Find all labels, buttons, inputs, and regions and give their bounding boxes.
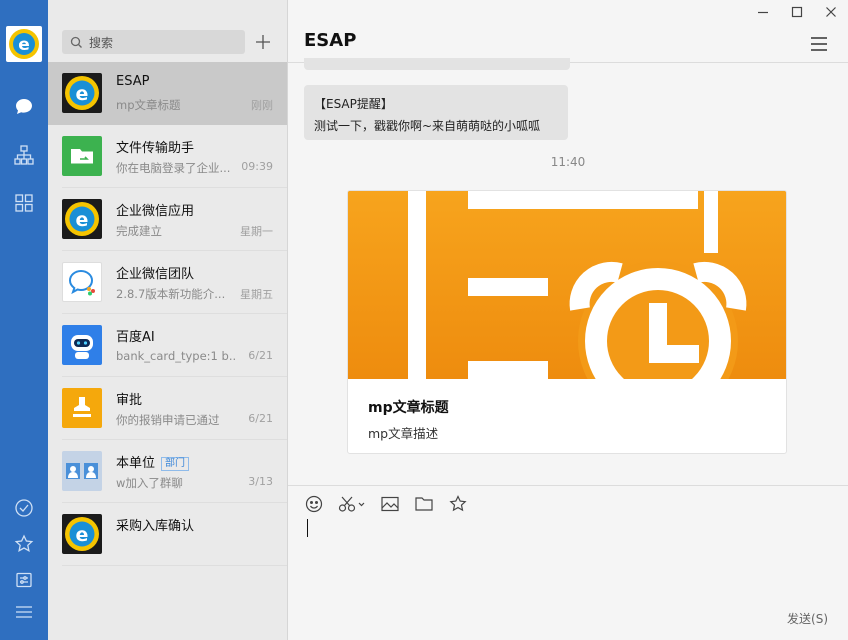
session-name: 百度AI [116, 330, 155, 345]
session-time: 刚刚 [251, 99, 273, 112]
image-icon[interactable] [380, 494, 400, 514]
search-placeholder: 搜索 [89, 35, 114, 50]
svg-text:e: e [18, 35, 30, 55]
app-logo-icon: e [6, 26, 42, 62]
department-tag: 部门 [161, 457, 190, 471]
message-title: 【ESAP提醒】 [314, 97, 393, 111]
session-items: e ESAP mp文章标题 刚刚 文件传输助手 你在电脑登录了企业... 09:… [48, 62, 287, 566]
svg-text:e: e [76, 524, 89, 546]
esap-logo-icon: e [62, 199, 102, 239]
session-preview: 完成建立 [116, 224, 162, 238]
session-time: 3/13 [248, 475, 273, 488]
add-button[interactable] [254, 29, 272, 55]
session-name: 审批 [116, 393, 143, 408]
plus-icon [256, 35, 270, 49]
esap-logo-icon: e [62, 73, 102, 113]
session-item-esap[interactable]: e ESAP mp文章标题 刚刚 [48, 62, 287, 125]
session-preview: 你的报销申请已通过 [116, 413, 220, 427]
session-item-purchase[interactable]: e 采购入库确认 [62, 503, 287, 566]
session-name: 采购入库确认 [116, 519, 195, 534]
session-name: 企业微信应用 [116, 204, 195, 219]
chat-panel: ESAP 【ESAP提醒】 测试一下，戳戳你啊~来自萌萌哒的小呱呱 11:40 [288, 0, 848, 640]
previous-message-bubble [304, 58, 570, 70]
article-card[interactable]: mp文章标题 mp文章描述 [347, 190, 787, 454]
todo-icon[interactable] [12, 496, 36, 520]
session-name: 文件传输助手 [116, 141, 195, 156]
message-body: 测试一下，戳戳你啊~来自萌萌哒的小呱呱 [314, 119, 541, 133]
minimize-icon[interactable] [754, 4, 772, 20]
send-button[interactable]: 发送(S) [787, 610, 828, 627]
star-icon[interactable] [448, 494, 468, 514]
session-preview: mp文章标题 [116, 98, 181, 112]
article-description: mp文章描述 [368, 426, 439, 441]
session-item-approval[interactable]: 审批 你的报销申请已通过 6/21 [62, 377, 287, 440]
chat-menu-icon[interactable] [810, 36, 828, 55]
robot-icon [62, 325, 102, 365]
session-preview: 你在电脑登录了企业... [116, 161, 231, 175]
search-input[interactable]: 搜索 [62, 30, 245, 54]
emoji-icon[interactable] [304, 494, 324, 514]
window-controls [754, 4, 840, 20]
article-title: mp文章标题 [368, 400, 449, 416]
session-name: 企业微信团队 [116, 267, 195, 282]
session-preview: bank_card_type:1 b... [116, 349, 236, 363]
menu-icon[interactable] [12, 600, 36, 624]
session-item-file-transfer[interactable]: 文件传输助手 你在电脑登录了企业... 09:39 [62, 125, 287, 188]
session-time: 6/21 [248, 412, 273, 425]
wework-team-icon [62, 262, 102, 302]
nav-bar: e [0, 0, 48, 640]
apps-icon[interactable] [12, 191, 36, 215]
folder-icon [62, 136, 102, 176]
session-item-wework-team[interactable]: 企业微信团队 2.8.7版本新功能介... 星期五 [62, 251, 287, 314]
session-time: 星期五 [240, 288, 273, 301]
search-icon [70, 36, 82, 48]
stamp-icon [62, 388, 102, 428]
session-preview: 2.8.7版本新功能介... [116, 287, 226, 301]
session-preview: w加入了群聊 [116, 476, 183, 490]
message-bubble[interactable]: 【ESAP提醒】 测试一下，戳戳你啊~来自萌萌哒的小呱呱 [304, 85, 568, 140]
favorites-icon[interactable] [12, 532, 36, 556]
svg-text:e: e [76, 83, 89, 105]
group-icon [62, 451, 102, 491]
input-divider [288, 485, 848, 486]
session-time: 6/21 [248, 349, 273, 362]
session-item-baidu-ai[interactable]: 百度AI bank_card_type:1 b... 6/21 [62, 314, 287, 377]
session-name-text: 本单位 [116, 456, 156, 471]
session-item-department[interactable]: 本单位 部门 w加入了群聊 3/13 [62, 440, 287, 503]
close-icon[interactable] [822, 4, 840, 20]
chat-title: ESAP [304, 30, 357, 51]
settings-icon[interactable] [12, 568, 36, 592]
session-time: 09:39 [241, 160, 273, 173]
input-toolbar [304, 494, 468, 514]
session-item-wework-apps[interactable]: e 企业微信应用 完成建立 星期一 [62, 188, 287, 251]
maximize-icon[interactable] [788, 4, 806, 20]
session-list-panel: 搜索 e ESAP mp文章标题 刚刚 文件传输助手 你在电脑登录了企业... … [48, 0, 288, 640]
screenshot-scissors-icon[interactable] [338, 494, 366, 514]
article-cover-image [348, 191, 786, 379]
folder-icon[interactable] [414, 494, 434, 514]
esap-logo-icon: e [62, 514, 102, 554]
org-icon[interactable] [12, 143, 36, 167]
text-caret[interactable] [307, 519, 308, 537]
chat-icon[interactable] [12, 95, 36, 119]
session-name: 本单位 部门 [116, 452, 190, 471]
session-name: ESAP [116, 74, 150, 89]
message-timestamp: 11:40 [550, 155, 586, 169]
svg-text:e: e [76, 209, 89, 231]
session-time: 星期一 [240, 225, 273, 238]
